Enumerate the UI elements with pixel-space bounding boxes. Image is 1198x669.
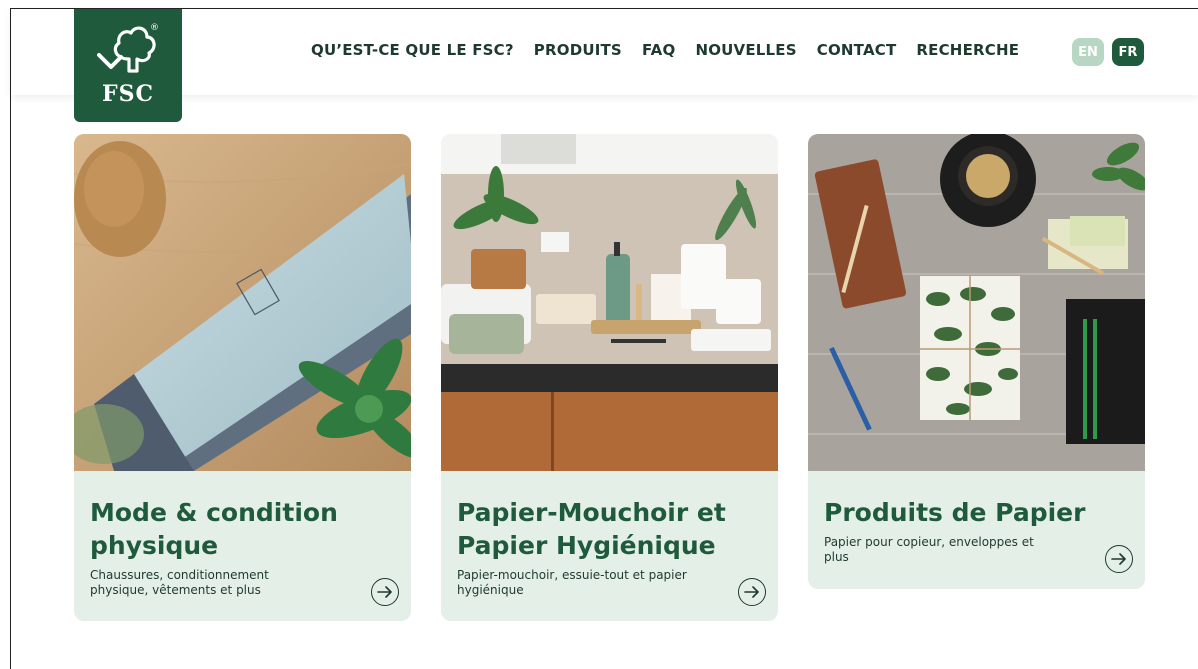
- card-title: Mode & condition physique: [90, 498, 338, 560]
- card-image-desk: [808, 134, 1145, 471]
- card-description: Chaussures, conditionnement physique, vêt…: [90, 568, 269, 597]
- card-body: Mode & condition physique Chaussures, con…: [74, 471, 411, 616]
- logo-text: FSC: [101, 81, 155, 107]
- nav-item-what-is-fsc[interactable]: QU’EST-CE QUE LE FSC?: [311, 41, 514, 59]
- category-card-paper-products[interactable]: Produits de Papier Papier pour copieur, …: [808, 134, 1145, 589]
- fsc-logo[interactable]: ® FSC: [74, 9, 182, 122]
- main-nav: QU’EST-CE QUE LE FSC? PRODUITS FAQ NOUVE…: [311, 41, 1039, 59]
- nav-item-contact[interactable]: CONTACT: [817, 41, 897, 59]
- card-image-packaging: [74, 134, 411, 471]
- category-card-fashion[interactable]: Mode & condition physique Chaussures, con…: [74, 134, 411, 621]
- card-description: Papier-mouchoir, essuie-tout et papier hy…: [457, 568, 687, 597]
- card-body: Papier-Mouchoir et Papier Hygiénique Papi…: [441, 471, 778, 616]
- card-body: Produits de Papier Papier pour copieur, …: [808, 471, 1145, 583]
- registered-mark: ®: [150, 23, 159, 33]
- category-card-tissue[interactable]: Papier-Mouchoir et Papier Hygiénique Papi…: [441, 134, 778, 621]
- nav-item-faq[interactable]: FAQ: [642, 41, 676, 59]
- language-en-button[interactable]: EN: [1072, 38, 1104, 66]
- nav-item-news[interactable]: NOUVELLES: [695, 41, 796, 59]
- arrow-right-icon[interactable]: [738, 578, 766, 606]
- arrow-right-icon[interactable]: [1105, 545, 1133, 573]
- card-title: Produits de Papier: [824, 498, 1086, 527]
- arrow-right-icon[interactable]: [371, 578, 399, 606]
- card-description: Papier pour copieur, enveloppes et plus: [824, 535, 1034, 564]
- nav-item-search[interactable]: RECHERCHE: [916, 41, 1019, 59]
- card-image-bathroom: [441, 134, 778, 471]
- language-fr-button[interactable]: FR: [1112, 38, 1144, 66]
- card-title: Papier-Mouchoir et Papier Hygiénique: [457, 498, 726, 560]
- nav-item-products[interactable]: PRODUITS: [534, 41, 622, 59]
